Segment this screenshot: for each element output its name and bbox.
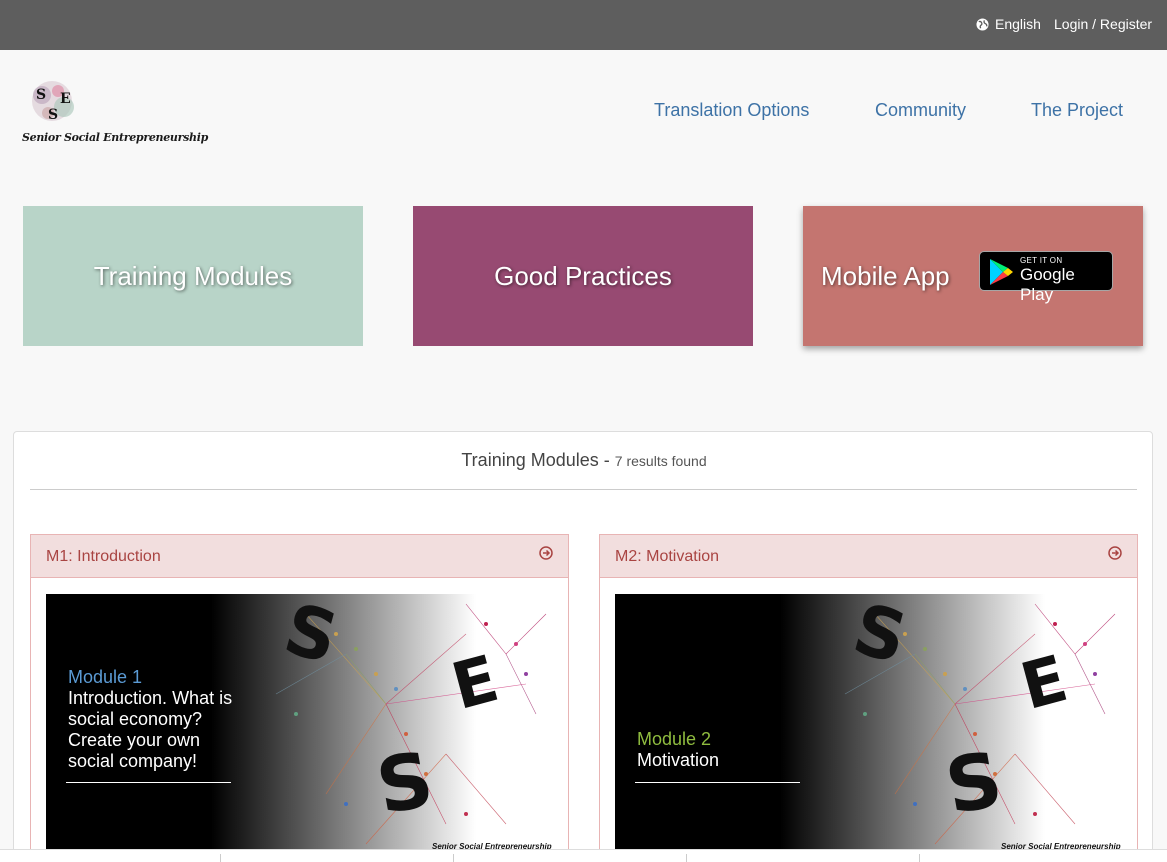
gplay-small-text: GET IT ON <box>1020 256 1063 265</box>
divider <box>919 854 920 862</box>
site-logo[interactable]: S E S Senior Social Entrepreneurship <box>22 77 208 157</box>
title-underline <box>66 782 231 783</box>
site-header: S E S Senior Social Entrepreneurship Tra… <box>0 51 1167 181</box>
module-label: Module 2 <box>637 729 712 749</box>
circle-arrow-right-icon[interactable] <box>539 546 553 560</box>
globe-icon <box>976 17 989 31</box>
logo-letter-s1: S <box>36 87 46 103</box>
panel-title-separator: - <box>603 450 610 470</box>
card-title[interactable]: M2: Motivation <box>615 548 719 566</box>
svg-text:S: S <box>370 734 439 831</box>
logo-letter-s2: S <box>48 107 58 123</box>
title-underline <box>635 782 800 783</box>
nav-the-project[interactable]: The Project <box>1031 100 1123 121</box>
gplay-big-text: Google Play <box>1020 265 1075 304</box>
bottom-divider-row <box>0 849 1167 862</box>
results-count: 7 results found <box>614 453 707 469</box>
top-bar: English Login / Register <box>0 0 1167 50</box>
circle-arrow-right-icon[interactable] <box>1108 546 1122 560</box>
module-description: Motivation <box>637 750 720 770</box>
google-play-badge[interactable]: GET IT ON Google Play <box>979 251 1113 304</box>
training-modules-panel: Training Modules - 7 results found M1: I… <box>13 431 1153 862</box>
logo-letter-e: E <box>60 91 71 107</box>
module-card-m2[interactable]: M2: Motivation S E S Module 2 Motivation… <box>599 534 1138 862</box>
language-selector[interactable]: English <box>976 16 1041 32</box>
language-label: English <box>995 16 1041 32</box>
svg-text:S: S <box>845 594 915 680</box>
login-register-link[interactable]: Login / Register <box>1054 16 1152 32</box>
good-practices-tile[interactable]: Good Practices <box>413 206 753 346</box>
divider <box>220 854 221 862</box>
svg-text:E: E <box>445 642 506 725</box>
good-practices-tile-label: Good Practices <box>494 260 672 291</box>
training-modules-tile[interactable]: Training Modules <box>23 206 363 346</box>
panel-divider <box>30 489 1137 490</box>
mobile-app-tile[interactable]: Mobile App GET IT ON Google Play <box>803 206 1143 346</box>
google-play-icon <box>990 259 1013 285</box>
module-card-m1[interactable]: M1: Introduction S E S Module 1 Introduc… <box>30 534 569 862</box>
training-modules-tile-label: Training Modules <box>93 260 293 291</box>
card-header[interactable]: M2: Motivation <box>600 535 1137 578</box>
module-label: Module 1 <box>68 667 143 687</box>
card-title[interactable]: M1: Introduction <box>46 548 161 566</box>
logo-text: Senior Social Entrepreneurship <box>22 131 208 144</box>
panel-title-text: Training Modules <box>461 450 599 470</box>
module-thumbnail[interactable]: S E S Module 2 Motivation Senior Social … <box>615 594 1123 862</box>
nav-translation-options[interactable]: Translation Options <box>654 100 809 121</box>
network-graphic: S E S <box>844 594 1116 845</box>
svg-text:S: S <box>939 734 1008 831</box>
nav-community[interactable]: Community <box>875 100 966 121</box>
card-header[interactable]: M1: Introduction <box>31 535 568 578</box>
module-thumbnail[interactable]: S E S Module 1 Introduction. What is soc… <box>46 594 554 862</box>
module-description: Introduction. What is social economy? Cr… <box>68 688 233 771</box>
mobile-app-tile-label: Mobile App <box>821 260 950 291</box>
logo-splash: S E S <box>32 81 74 123</box>
divider <box>686 854 687 862</box>
divider <box>453 854 454 862</box>
svg-text:S: S <box>276 594 346 680</box>
svg-text:E: E <box>1014 642 1075 725</box>
panel-title: Training Modules - 7 results found <box>14 450 1154 471</box>
